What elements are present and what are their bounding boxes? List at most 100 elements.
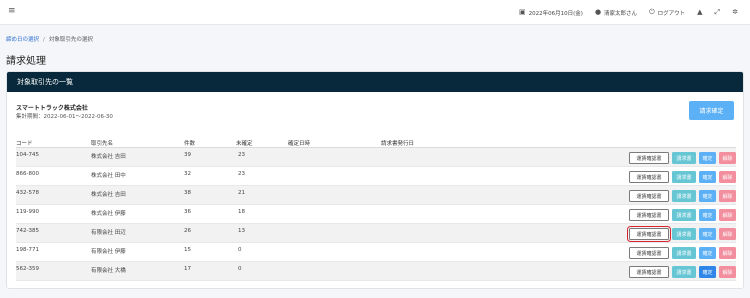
table-row: 119-990 株式会社 伊藤 36 18 運賃確認書 請求書 確定 解除 bbox=[16, 205, 736, 224]
user-display[interactable]: ● 清家太郎さん bbox=[595, 9, 637, 17]
breadcrumb-link-closing-date[interactable]: 締め日の選択 bbox=[6, 37, 39, 43]
row-actions: 運賃確認書 請求書 確定 解除 bbox=[626, 266, 736, 278]
breadcrumb-separator: / bbox=[43, 37, 45, 43]
cell-name: 有限会社 大橋 bbox=[91, 268, 126, 274]
shipping-confirmation-button[interactable]: 運賃確認書 bbox=[626, 225, 672, 243]
cell-code: 119-990 bbox=[16, 209, 39, 215]
cell-code: 198-771 bbox=[16, 247, 39, 253]
cancel-button[interactable]: 解除 bbox=[719, 171, 736, 183]
confirm-invoice-button[interactable]: 請求確定 bbox=[689, 101, 734, 120]
billing-period: 集計期間：2022-06-01〜2022-06-30 bbox=[16, 114, 113, 120]
cell-code: 562-359 bbox=[16, 266, 39, 272]
cell-code: 742-385 bbox=[16, 228, 39, 234]
invoice-button[interactable]: 請求書 bbox=[672, 266, 696, 278]
cell-name: 株式会社 田中 bbox=[91, 173, 126, 179]
cancel-button[interactable]: 解除 bbox=[719, 247, 736, 259]
expand-icon[interactable]: ⤢ bbox=[715, 9, 721, 16]
cancel-button[interactable]: 解除 bbox=[719, 190, 736, 202]
date-text: 2022年06月10日(金) bbox=[528, 10, 583, 17]
header-confirmed-at: 確定日時 bbox=[288, 141, 311, 147]
cell-name: 株式会社 吉田 bbox=[91, 192, 126, 198]
shipping-confirmation-button[interactable]: 運賃確認書 bbox=[629, 152, 669, 164]
table-row: 104-745 株式会社 吉田 39 23 運賃確認書 請求書 確定 解除 bbox=[16, 148, 736, 167]
confirm-button[interactable]: 確定 bbox=[699, 247, 716, 259]
company-name: スマートトラック株式会社 bbox=[16, 105, 88, 112]
invoice-button[interactable]: 請求書 bbox=[672, 209, 696, 221]
cell-name: 株式会社 吉田 bbox=[91, 154, 126, 160]
user-name: 清家太郎さん bbox=[604, 10, 638, 17]
invoice-button[interactable]: 請求書 bbox=[672, 171, 696, 183]
cell-name: 有限会社 田辺 bbox=[91, 230, 126, 236]
invoice-button[interactable]: 請求書 bbox=[672, 247, 696, 259]
shipping-confirmation-button[interactable]: 運賃確認書 bbox=[629, 209, 669, 221]
row-actions: 運賃確認書 請求書 確定 解除 bbox=[626, 225, 736, 243]
cell-count: 15 bbox=[184, 247, 191, 253]
cell-unconfirmed: 18 bbox=[238, 209, 245, 215]
client-table: コード 取引先名 件数 未確定 確定日時 請求書発行日 104-745 株式会社 … bbox=[16, 137, 736, 281]
cell-unconfirmed: 23 bbox=[238, 171, 245, 177]
confirm-button[interactable]: 確定 bbox=[699, 171, 716, 183]
confirm-button[interactable]: 確定 bbox=[699, 209, 716, 221]
table-row: 432-578 株式会社 吉田 38 21 運賃確認書 請求書 確定 解除 bbox=[16, 186, 736, 205]
table-row: 198-771 有限会社 伊藤 15 0 運賃確認書 請求書 確定 解除 bbox=[16, 243, 736, 262]
shipping-confirmation-button[interactable]: 運賃確認書 bbox=[629, 190, 669, 202]
cancel-button[interactable]: 解除 bbox=[719, 228, 736, 240]
row-actions: 運賃確認書 請求書 確定 解除 bbox=[626, 190, 736, 202]
cell-unconfirmed: 13 bbox=[238, 228, 245, 234]
cancel-button[interactable]: 解除 bbox=[719, 266, 736, 278]
confirm-button[interactable]: 確定 bbox=[699, 266, 716, 278]
bell-icon[interactable]: ▲ bbox=[697, 9, 702, 16]
table-body: 104-745 株式会社 吉田 39 23 運賃確認書 請求書 確定 解除 866-800 株式会… bbox=[16, 148, 736, 281]
row-actions: 運賃確認書 請求書 確定 解除 bbox=[626, 171, 736, 183]
cell-count: 26 bbox=[184, 228, 191, 234]
cell-count: 32 bbox=[184, 171, 191, 177]
header-issued-at: 請求書発行日 bbox=[381, 141, 415, 147]
top-bar-right: ▣ 2022年06月10日(金) ● 清家太郎さん ⏻ ログアウト ▲ ⤢ ✲ bbox=[519, 0, 750, 25]
cell-count: 17 bbox=[184, 266, 191, 272]
user-icon: ● bbox=[594, 8, 602, 16]
card-title: 対象取引先の一覧 bbox=[17, 78, 73, 86]
breadcrumb-current: 対象取引先の選択 bbox=[48, 37, 93, 43]
invoice-button[interactable]: 請求書 bbox=[672, 152, 696, 164]
invoice-button[interactable]: 請求書 bbox=[672, 228, 696, 240]
client-list-card: 対象取引先の一覧 スマートトラック株式会社 集計期間：2022-06-01〜20… bbox=[6, 71, 744, 289]
logout-link[interactable]: ⏻ ログアウト bbox=[649, 9, 685, 17]
cell-name: 株式会社 伊藤 bbox=[91, 211, 126, 217]
top-bar: ≡ ▣ 2022年06月10日(金) ● 清家太郎さん ⏻ ログアウト ▲ ⤢ … bbox=[0, 0, 750, 25]
header-name: 取引先名 bbox=[91, 141, 114, 147]
cell-code: 104-745 bbox=[16, 152, 39, 158]
settings-icon[interactable]: ✲ bbox=[732, 9, 738, 16]
invoice-button[interactable]: 請求書 bbox=[672, 190, 696, 202]
cancel-button[interactable]: 解除 bbox=[719, 209, 736, 221]
cell-unconfirmed: 0 bbox=[238, 266, 242, 272]
shipping-confirmation-button[interactable]: 運賃確認書 bbox=[629, 266, 669, 278]
cancel-button[interactable]: 解除 bbox=[719, 152, 736, 164]
hamburger-icon[interactable]: ≡ bbox=[8, 7, 16, 16]
cell-count: 39 bbox=[184, 152, 191, 158]
cell-code: 432-578 bbox=[16, 190, 39, 196]
cell-unconfirmed: 0 bbox=[238, 247, 242, 253]
cell-unconfirmed: 23 bbox=[238, 152, 245, 158]
confirm-button[interactable]: 確定 bbox=[699, 228, 716, 240]
row-actions: 運賃確認書 請求書 確定 解除 bbox=[626, 152, 736, 164]
header-code: コード bbox=[16, 141, 33, 147]
power-icon: ⏻ bbox=[649, 8, 655, 16]
card-header: 対象取引先の一覧 bbox=[7, 72, 743, 92]
shipping-confirmation-button[interactable]: 運賃確認書 bbox=[629, 247, 669, 259]
table-header: コード 取引先名 件数 未確定 確定日時 請求書発行日 bbox=[16, 137, 736, 148]
header-unconfirmed: 未確定 bbox=[236, 141, 253, 147]
cell-unconfirmed: 21 bbox=[238, 190, 245, 196]
confirm-button[interactable]: 確定 bbox=[699, 152, 716, 164]
cell-count: 36 bbox=[184, 209, 191, 215]
logout-label: ログアウト bbox=[657, 10, 686, 17]
cell-name: 有限会社 伊藤 bbox=[91, 249, 126, 255]
table-row: 866-800 株式会社 田中 32 23 運賃確認書 請求書 確定 解除 bbox=[16, 167, 736, 186]
cell-code: 866-800 bbox=[16, 171, 39, 177]
calendar-icon: ▣ bbox=[519, 8, 526, 16]
date-display: ▣ 2022年06月10日(金) bbox=[519, 9, 583, 17]
shipping-confirmation-button[interactable]: 運賃確認書 bbox=[629, 171, 669, 183]
confirm-button[interactable]: 確定 bbox=[699, 190, 716, 202]
header-count: 件数 bbox=[184, 141, 196, 147]
row-actions: 運賃確認書 請求書 確定 解除 bbox=[626, 247, 736, 259]
row-actions: 運賃確認書 請求書 確定 解除 bbox=[626, 209, 736, 221]
